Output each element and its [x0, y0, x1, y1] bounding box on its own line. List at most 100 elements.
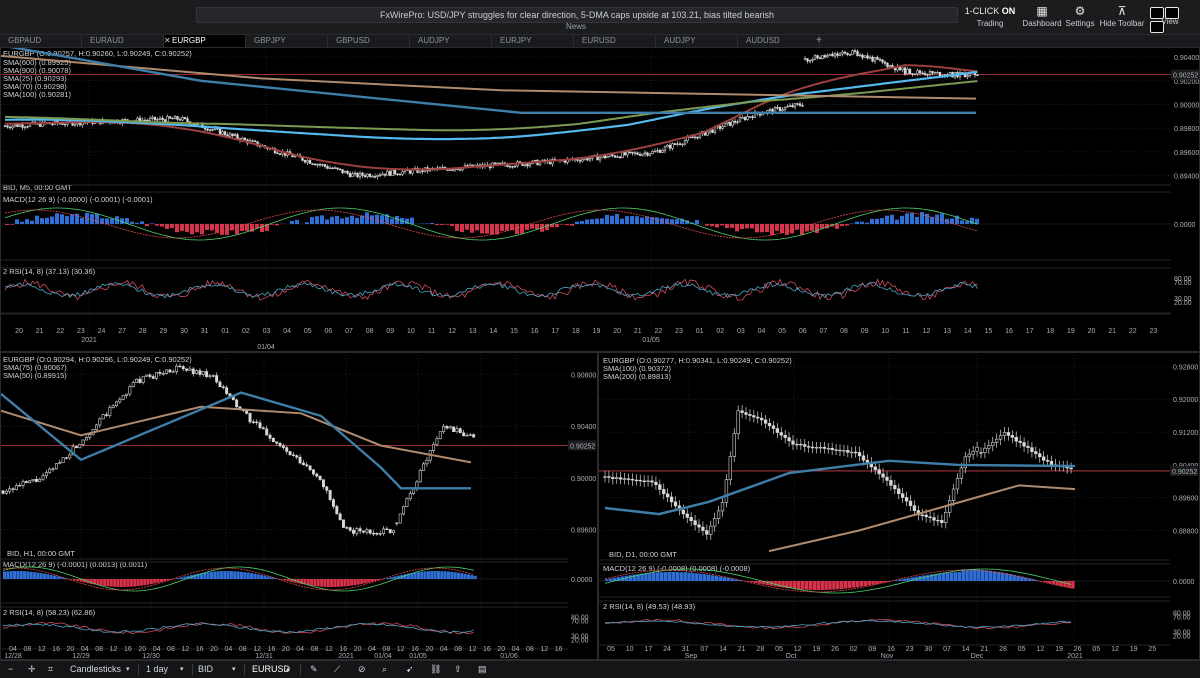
x-axis-tick: 19 [1067, 328, 1075, 335]
candle [329, 168, 331, 169]
macd-bar [750, 581, 754, 582]
candle [794, 104, 796, 107]
add-tab-button[interactable]: + [816, 35, 826, 47]
macd-bar [832, 581, 836, 590]
candle [669, 145, 671, 148]
candle [446, 426, 448, 428]
candle [62, 124, 64, 125]
view-button[interactable]: View [1140, 17, 1200, 31]
tab-audjpy-2[interactable]: AUDJPY [656, 35, 738, 47]
chart-icon[interactable]: ⟋ [334, 661, 340, 678]
pointer-icon[interactable]: ➹ [406, 661, 414, 678]
candle [887, 63, 889, 67]
candle [631, 479, 634, 480]
macd-bar [770, 224, 774, 235]
x-axis-tick: 16 [531, 328, 539, 335]
tab-eurgbp[interactable]: ✕EURGBP [164, 35, 246, 47]
chart-footer: BID, M5, 00:00 GMT [3, 183, 72, 192]
macd-bar [735, 224, 739, 231]
macd-bar [800, 224, 804, 235]
share-icon[interactable]: ⇪ [454, 661, 462, 678]
candle [792, 441, 795, 444]
candle [137, 118, 139, 121]
x-axis-tick: 09 [861, 328, 869, 335]
candle [409, 494, 411, 499]
tab-gbpjpy[interactable]: GBPJPY [246, 35, 328, 47]
candle [921, 515, 924, 516]
candle [339, 514, 341, 520]
x-axis-tick: 04 [758, 328, 766, 335]
price-axis-tick: 0.90000 [571, 476, 596, 483]
zoom-icon[interactable]: ⌕ [382, 661, 387, 678]
chart-canvas-m5[interactable]: EURGBP (O:0.90257, H:0.90260, L:0.90249,… [1, 48, 1199, 351]
candle [662, 150, 664, 152]
candle [869, 57, 871, 58]
chevron-down-icon[interactable]: ▾ [232, 661, 236, 678]
chart-panel-m5[interactable]: EURGBP (O:0.90257, H:0.90260, L:0.90249,… [0, 47, 1200, 352]
candle [619, 478, 622, 480]
candle [64, 124, 66, 125]
tab-eurusd[interactable]: EURUSD [574, 35, 656, 47]
candle [647, 481, 650, 482]
chart-panel-h1[interactable]: EURGBP (O:0.90294, H:0.90296, L:0.90249,… [0, 352, 598, 660]
link-icon[interactable]: ⛓ [430, 661, 441, 678]
candle [179, 119, 181, 120]
macd-bar [664, 572, 668, 581]
candle [172, 372, 174, 373]
tab-audjpy[interactable]: AUDJPY [410, 35, 492, 47]
candle [627, 479, 630, 480]
candle [237, 135, 239, 139]
macd-bar [695, 220, 699, 224]
chart-canvas-d1[interactable]: EURGBP (O:0.90277, H:0.90341, L:0.90249,… [599, 353, 1199, 659]
candle [927, 75, 929, 76]
candle [890, 480, 893, 485]
chevron-down-icon[interactable]: ▾ [126, 661, 130, 678]
chevron-down-icon[interactable]: ▾ [180, 661, 184, 678]
macd-bar [16, 571, 19, 579]
crop-icon[interactable]: ⌗ [48, 661, 53, 678]
macd-bar [5, 224, 9, 225]
layers-icon[interactable]: ▤ [478, 661, 487, 678]
chart-type-select[interactable]: Candlesticks [70, 661, 121, 678]
instrument-select[interactable]: EURUSD [252, 661, 290, 678]
macd-bar [387, 578, 390, 579]
macd-bar [40, 218, 44, 224]
chevron-up-icon[interactable]: ▴ [286, 661, 290, 678]
macd-bar [875, 581, 879, 584]
x-axis-tick: 04 [296, 646, 304, 653]
candle [819, 58, 821, 59]
tab-gbpaud[interactable]: GBPAUD [0, 35, 82, 47]
close-icon[interactable]: ✕ [164, 35, 172, 47]
candle [604, 477, 607, 478]
tab-euraud[interactable]: EURAUD [82, 35, 164, 47]
candle [27, 126, 29, 127]
candle [119, 399, 121, 402]
price-side-select[interactable]: BID [198, 661, 213, 678]
news-ticker[interactable]: FxWirePro: USD/JPY struggles for clear d… [196, 7, 958, 23]
candle [175, 366, 177, 371]
pencil-icon[interactable]: ✎ [310, 661, 318, 678]
x-axis-tick: 16 [339, 646, 347, 653]
macd-bar [600, 218, 604, 224]
crosshair-icon[interactable]: ✛ [28, 661, 36, 678]
period-select[interactable]: 1 day [146, 661, 168, 678]
candle [296, 456, 298, 458]
candle [362, 531, 364, 532]
minus-icon[interactable]: − [8, 661, 13, 678]
candle [1003, 432, 1006, 435]
x-axis-tick: 21 [980, 646, 988, 653]
candle [789, 105, 791, 106]
indicator-hide-icon[interactable]: ⊘ [358, 661, 366, 678]
candle [692, 137, 694, 138]
tab-eurjpy[interactable]: EURJPY [492, 35, 574, 47]
macd-bar [993, 571, 997, 581]
macd-bar [205, 224, 209, 230]
candle [846, 450, 849, 452]
one-click-trading-toggle[interactable]: 1-CLICK ON Trading [960, 3, 1020, 33]
chart-panel-d1[interactable]: EURGBP (O:0.90277, H:0.90341, L:0.90249,… [598, 352, 1200, 660]
macd-bar [257, 574, 260, 579]
tab-gbpusd[interactable]: GBPUSD [328, 35, 410, 47]
macd-bar [750, 224, 754, 228]
chart-canvas-h1[interactable]: EURGBP (O:0.90294, H:0.90296, L:0.90249,… [1, 353, 597, 659]
tab-audusd[interactable]: AUDUSD [738, 35, 820, 47]
